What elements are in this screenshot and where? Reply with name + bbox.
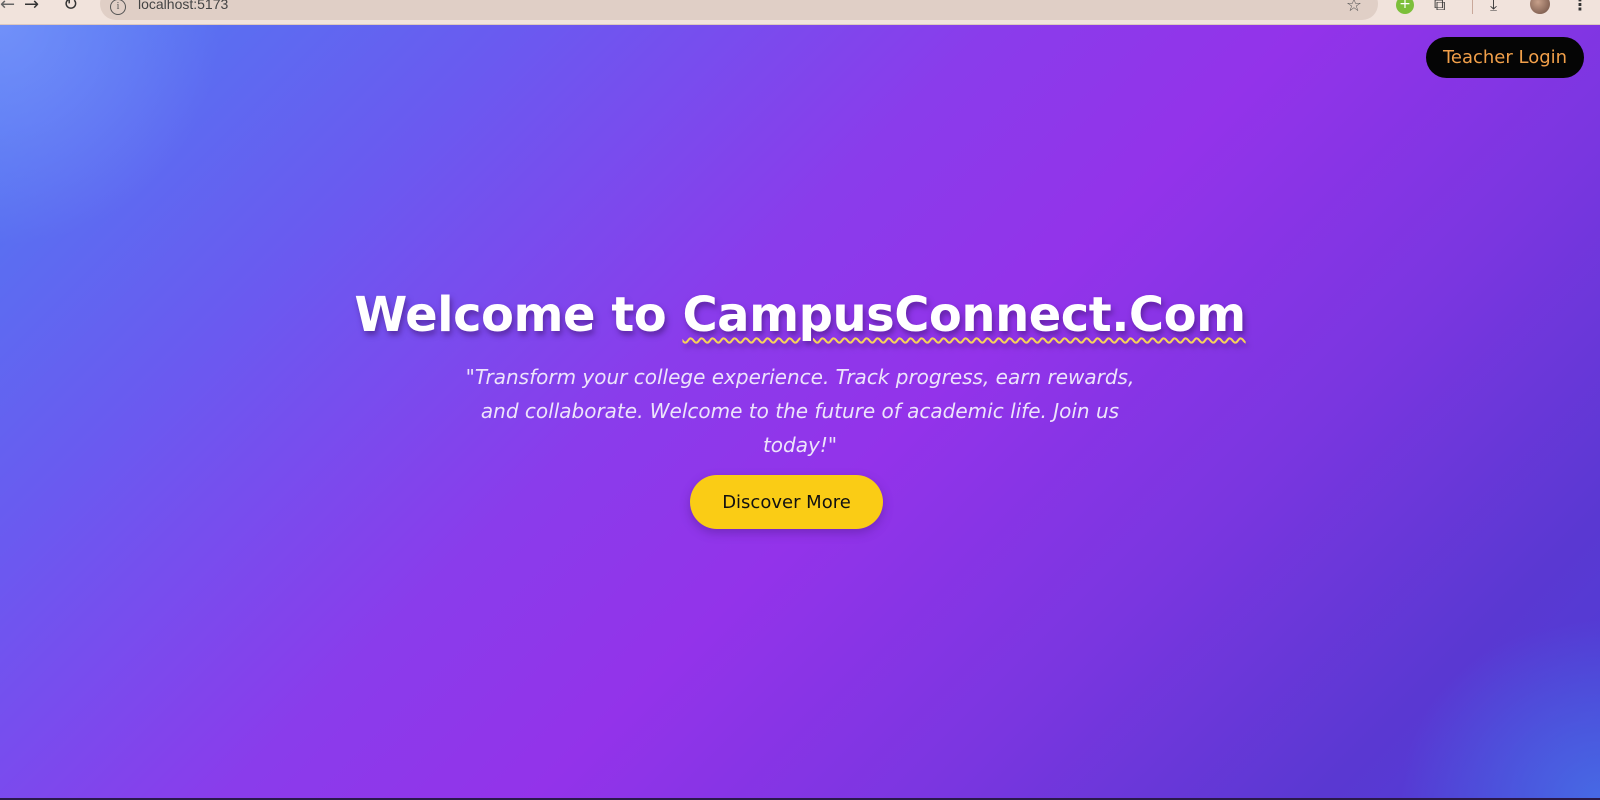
- kebab-menu-icon[interactable]: ⋮: [1572, 0, 1588, 14]
- title-prefix: Welcome to: [354, 287, 683, 343]
- tagline: "Transform your college experience. Trac…: [465, 365, 1135, 457]
- url-text[interactable]: localhost:5173: [138, 0, 228, 12]
- info-icon[interactable]: i: [110, 0, 126, 15]
- download-icon[interactable]: ⤓: [1490, 0, 1497, 15]
- page-title: Welcome to CampusConnect.Com: [0, 287, 1600, 343]
- forward-arrow-icon[interactable]: →: [24, 0, 39, 15]
- back-arrow-icon[interactable]: ←: [0, 0, 15, 15]
- brand-name: CampusConnect.Com: [682, 287, 1246, 343]
- hero-section: Teacher Login Welcome to CampusConnect.C…: [0, 25, 1600, 800]
- address-bar[interactable]: i localhost:5173 ☆: [100, 0, 1378, 20]
- browser-toolbar: ← → ↻ i localhost:5173 ☆ + ⧉ ⤓ ⋮: [0, 0, 1600, 25]
- discover-more-button[interactable]: Discover More: [690, 475, 883, 529]
- teacher-login-button[interactable]: Teacher Login: [1426, 37, 1584, 78]
- green-extension-icon[interactable]: +: [1396, 0, 1414, 14]
- avatar[interactable]: [1530, 0, 1550, 14]
- reload-icon[interactable]: ↻: [63, 0, 78, 15]
- star-icon[interactable]: ☆: [1346, 0, 1362, 16]
- toolbar-divider: [1472, 0, 1473, 14]
- puzzle-icon[interactable]: ⧉: [1434, 0, 1445, 15]
